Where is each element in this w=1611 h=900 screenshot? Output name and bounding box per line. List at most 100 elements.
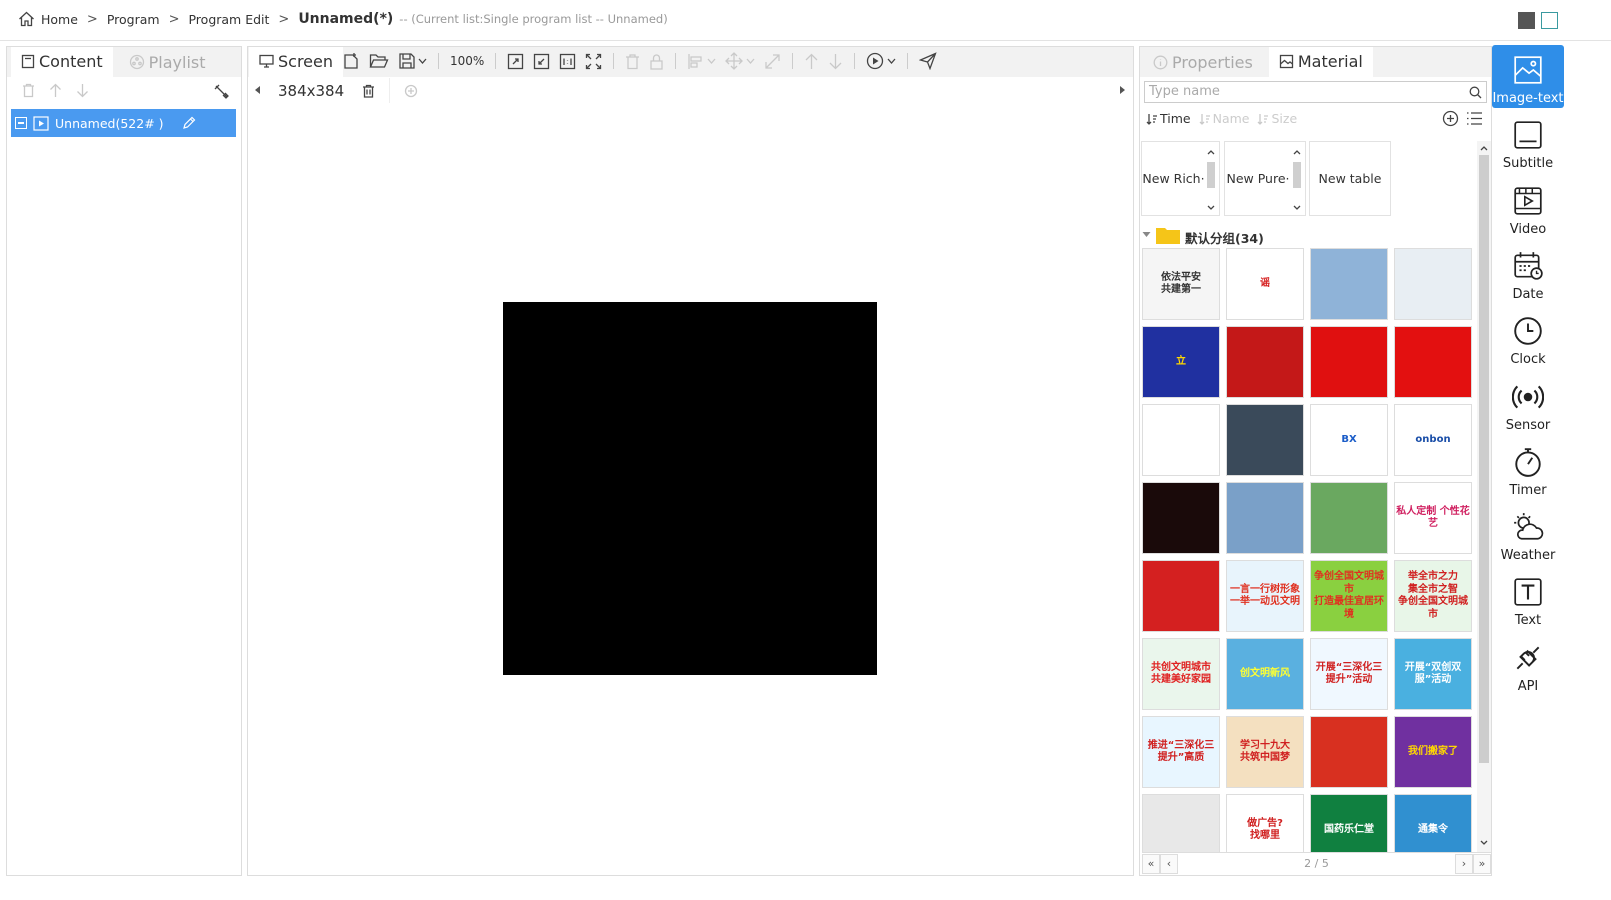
last-page-button[interactable]: » — [1473, 853, 1491, 874]
widget-sensor[interactable]: Sensor — [1492, 372, 1564, 435]
add-material-icon[interactable] — [1442, 110, 1459, 127]
widget-text[interactable]: Text — [1492, 567, 1564, 630]
program-tree-item[interactable]: Unnamed(522# ) — [11, 109, 236, 137]
material-thumbnail[interactable] — [1310, 326, 1388, 398]
material-thumbnail[interactable]: 开展“双创双服”活动 — [1394, 638, 1472, 710]
layer-down-icon[interactable] — [828, 53, 843, 70]
screen-tab-384[interactable]: 384x384 — [266, 78, 390, 104]
material-thumbnail[interactable] — [1142, 482, 1220, 554]
zoom-in-icon[interactable] — [507, 53, 524, 70]
material-thumbnail[interactable]: 学习十九大 共筑中国梦 — [1226, 716, 1304, 788]
material-thumbnail[interactable] — [1226, 482, 1304, 554]
led-screen-area[interactable] — [503, 302, 877, 675]
move-dropdown-icon[interactable] — [746, 57, 755, 65]
delete-icon[interactable] — [22, 83, 35, 98]
widget-weather[interactable]: Weather — [1492, 502, 1564, 565]
zoom-out-icon[interactable] — [533, 53, 550, 70]
breadcrumb-program-edit[interactable]: Program Edit — [188, 12, 269, 27]
card-scrollbar[interactable] — [1205, 146, 1217, 213]
material-thumbnail[interactable] — [1142, 794, 1220, 852]
next-page-button[interactable]: › — [1455, 853, 1473, 874]
material-thumbnail[interactable] — [1394, 326, 1472, 398]
delete-area-icon[interactable] — [625, 53, 640, 70]
material-thumbnail[interactable] — [1310, 248, 1388, 320]
play-dropdown-icon[interactable] — [887, 57, 896, 65]
material-thumbnail[interactable]: 举全市之力 集全市之智 争创全国文明城市 — [1394, 560, 1472, 632]
widget-api[interactable]: API — [1492, 633, 1564, 696]
material-thumbnail[interactable]: 谣 — [1226, 248, 1304, 320]
material-thumbnail[interactable]: 共创文明城市 共建美好家园 — [1142, 638, 1220, 710]
material-thumbnail[interactable]: 开展“三深化三提升”活动 — [1310, 638, 1388, 710]
delete-screen-icon[interactable] — [362, 84, 375, 98]
material-thumbnail[interactable]: 通集令 — [1394, 794, 1472, 852]
material-thumbnail[interactable]: 私人定制 个性花艺 — [1394, 482, 1472, 554]
new-program-icon[interactable] — [342, 52, 360, 70]
material-thumbnail[interactable]: 国药乐仁堂 — [1310, 794, 1388, 852]
material-thumbnail[interactable]: 争创全国文明城市 打造最佳宜居环境 — [1310, 560, 1388, 632]
move-icon[interactable] — [725, 52, 744, 70]
save-icon[interactable] — [398, 52, 416, 70]
list-view-icon[interactable] — [1466, 111, 1483, 126]
zoom-level[interactable]: 100% — [450, 54, 484, 68]
tab-properties[interactable]: Properties — [1143, 47, 1263, 77]
material-thumbnail[interactable]: 依法平安 共建第一 — [1142, 248, 1220, 320]
material-thumbnail[interactable] — [1142, 404, 1220, 476]
layer-up-icon[interactable] — [804, 53, 819, 70]
tab-screen[interactable]: Screen — [249, 47, 344, 77]
material-thumbnail[interactable]: 我们搬家了 — [1394, 716, 1472, 788]
stretch-icon[interactable] — [764, 53, 781, 70]
save-dropdown-icon[interactable] — [418, 57, 427, 65]
play-icon[interactable] — [866, 52, 884, 70]
material-thumbnail[interactable] — [1310, 716, 1388, 788]
collapse-toggle[interactable] — [15, 117, 27, 129]
widget-image-text[interactable]: Image-text — [1492, 45, 1564, 108]
breadcrumb-home[interactable]: Home — [41, 12, 78, 27]
dark-layout-icon[interactable] — [1518, 12, 1535, 29]
material-thumbnail[interactable]: BX — [1310, 404, 1388, 476]
tab-playlist[interactable]: Playlist — [119, 47, 216, 77]
material-scrollbar[interactable] — [1477, 141, 1491, 852]
add-screen-icon[interactable] — [404, 84, 418, 98]
scroll-right-icon[interactable] — [1118, 86, 1126, 94]
light-layout-icon[interactable] — [1541, 12, 1558, 29]
fit-screen-icon[interactable] — [585, 53, 602, 70]
open-folder-icon[interactable] — [369, 52, 389, 70]
tab-content[interactable]: Content — [11, 47, 113, 77]
align-icon[interactable] — [687, 53, 704, 70]
material-thumbnail[interactable]: 一言一行树形象 一举一动见文明 — [1226, 560, 1304, 632]
material-thumbnail[interactable]: 立 — [1142, 326, 1220, 398]
material-thumbnail[interactable]: 做广告? 找哪里 — [1226, 794, 1304, 852]
move-down-icon[interactable] — [76, 83, 89, 98]
material-thumbnail[interactable] — [1226, 326, 1304, 398]
widget-subtitle[interactable]: Subtitle — [1492, 110, 1564, 173]
material-thumbnail[interactable]: onbon — [1394, 404, 1472, 476]
send-icon[interactable] — [919, 52, 937, 70]
card-scrollbar[interactable] — [1291, 146, 1303, 213]
tools-icon[interactable] — [213, 83, 230, 100]
material-search-input[interactable]: Type name — [1144, 81, 1487, 103]
actual-size-icon[interactable] — [559, 53, 576, 70]
scroll-left-icon[interactable] — [254, 86, 262, 94]
material-thumbnail[interactable] — [1142, 560, 1220, 632]
align-dropdown-icon[interactable] — [707, 57, 716, 65]
breadcrumb-program[interactable]: Program — [107, 12, 160, 27]
widget-video[interactable]: Video — [1492, 176, 1564, 239]
new-pure-text-card[interactable]: New Pure· — [1224, 141, 1306, 216]
material-thumbnail[interactable] — [1310, 482, 1388, 554]
first-page-button[interactable]: « — [1142, 853, 1160, 874]
sort-by-size[interactable]: Size — [1257, 111, 1297, 126]
lock-icon[interactable] — [649, 53, 664, 70]
widget-date[interactable]: Date — [1492, 241, 1564, 304]
edit-icon[interactable] — [182, 116, 196, 130]
widget-clock[interactable]: Clock — [1492, 306, 1564, 369]
home-icon[interactable] — [18, 11, 35, 27]
material-thumbnail[interactable]: 推进“三深化三提升”高质 — [1142, 716, 1220, 788]
widget-timer[interactable]: Timer — [1492, 437, 1564, 500]
material-thumbnail[interactable]: 创文明新风 — [1226, 638, 1304, 710]
move-up-icon[interactable] — [49, 83, 62, 98]
new-rich-text-card[interactable]: New Rich· — [1141, 141, 1220, 216]
tab-material[interactable]: Material — [1268, 47, 1373, 77]
material-thumbnail[interactable] — [1226, 404, 1304, 476]
prev-page-button[interactable]: ‹ — [1160, 853, 1178, 874]
new-table-card[interactable]: New table — [1309, 141, 1391, 216]
